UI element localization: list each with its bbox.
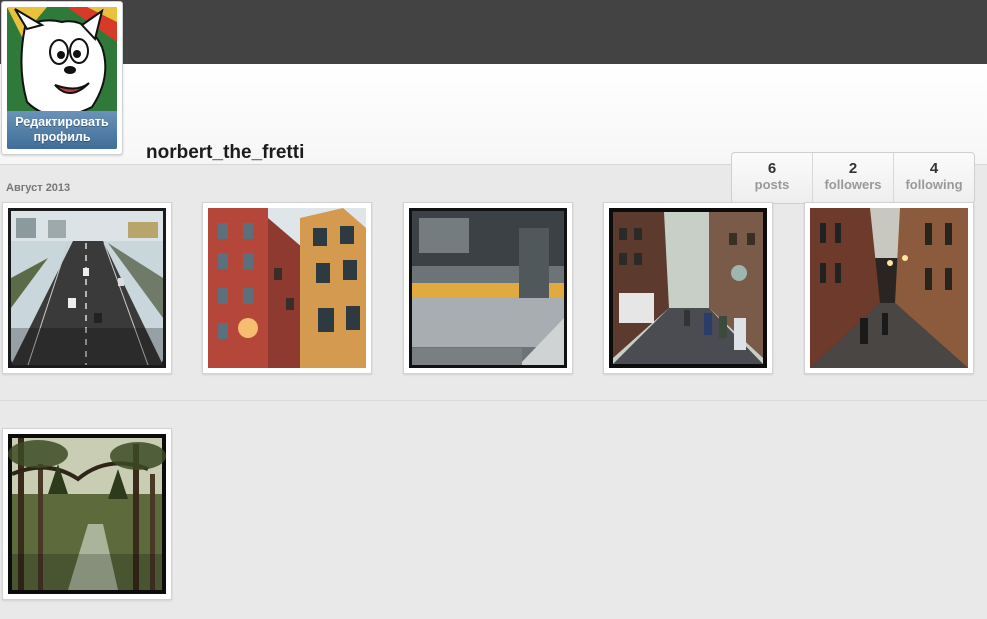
stat-following-label: following <box>905 177 963 192</box>
photo-thumbnail[interactable] <box>603 202 773 374</box>
stat-following[interactable]: 4 following <box>894 153 974 203</box>
stat-posts-count: 6 <box>767 160 777 177</box>
edit-profile-label-line1: Редактировать <box>15 115 109 129</box>
stat-followers-label: followers <box>824 177 882 192</box>
profile-username: norbert_the_fretti <box>146 142 305 163</box>
photo-city-street-image <box>609 208 767 368</box>
photo-train-image <box>409 208 567 368</box>
photo-thumbnail[interactable] <box>2 428 172 600</box>
edit-profile-label-line2: профиль <box>33 130 91 144</box>
photo-thumbnail[interactable] <box>804 202 974 374</box>
stat-following-count: 4 <box>929 160 939 177</box>
avatar[interactable]: Редактировать профиль <box>7 7 117 149</box>
photo-buildings-image <box>208 208 366 368</box>
stat-followers[interactable]: 2 followers <box>813 153 894 203</box>
photo-thumbnail[interactable] <box>2 202 172 374</box>
profile-avatar-frame: Редактировать профиль <box>1 1 123 155</box>
month-heading: Август 2013 <box>6 182 71 194</box>
row-divider <box>0 400 987 401</box>
profile-header: norbert_the_fretti 6 posts 2 followers 4… <box>0 64 987 204</box>
stat-posts[interactable]: 6 posts <box>732 153 813 203</box>
top-navigation-bar <box>0 0 987 64</box>
stat-followers-count: 2 <box>848 160 858 177</box>
photo-thumbnail[interactable] <box>202 202 372 374</box>
photo-old-street-image <box>810 208 968 368</box>
photo-forest-image <box>8 434 166 594</box>
photo-thumbnail[interactable] <box>403 202 573 374</box>
stat-posts-label: posts <box>754 177 790 192</box>
profile-stats: 6 posts 2 followers 4 following <box>731 152 975 204</box>
photo-highway-image <box>8 208 166 368</box>
edit-profile-button[interactable]: Редактировать профиль <box>7 111 117 149</box>
